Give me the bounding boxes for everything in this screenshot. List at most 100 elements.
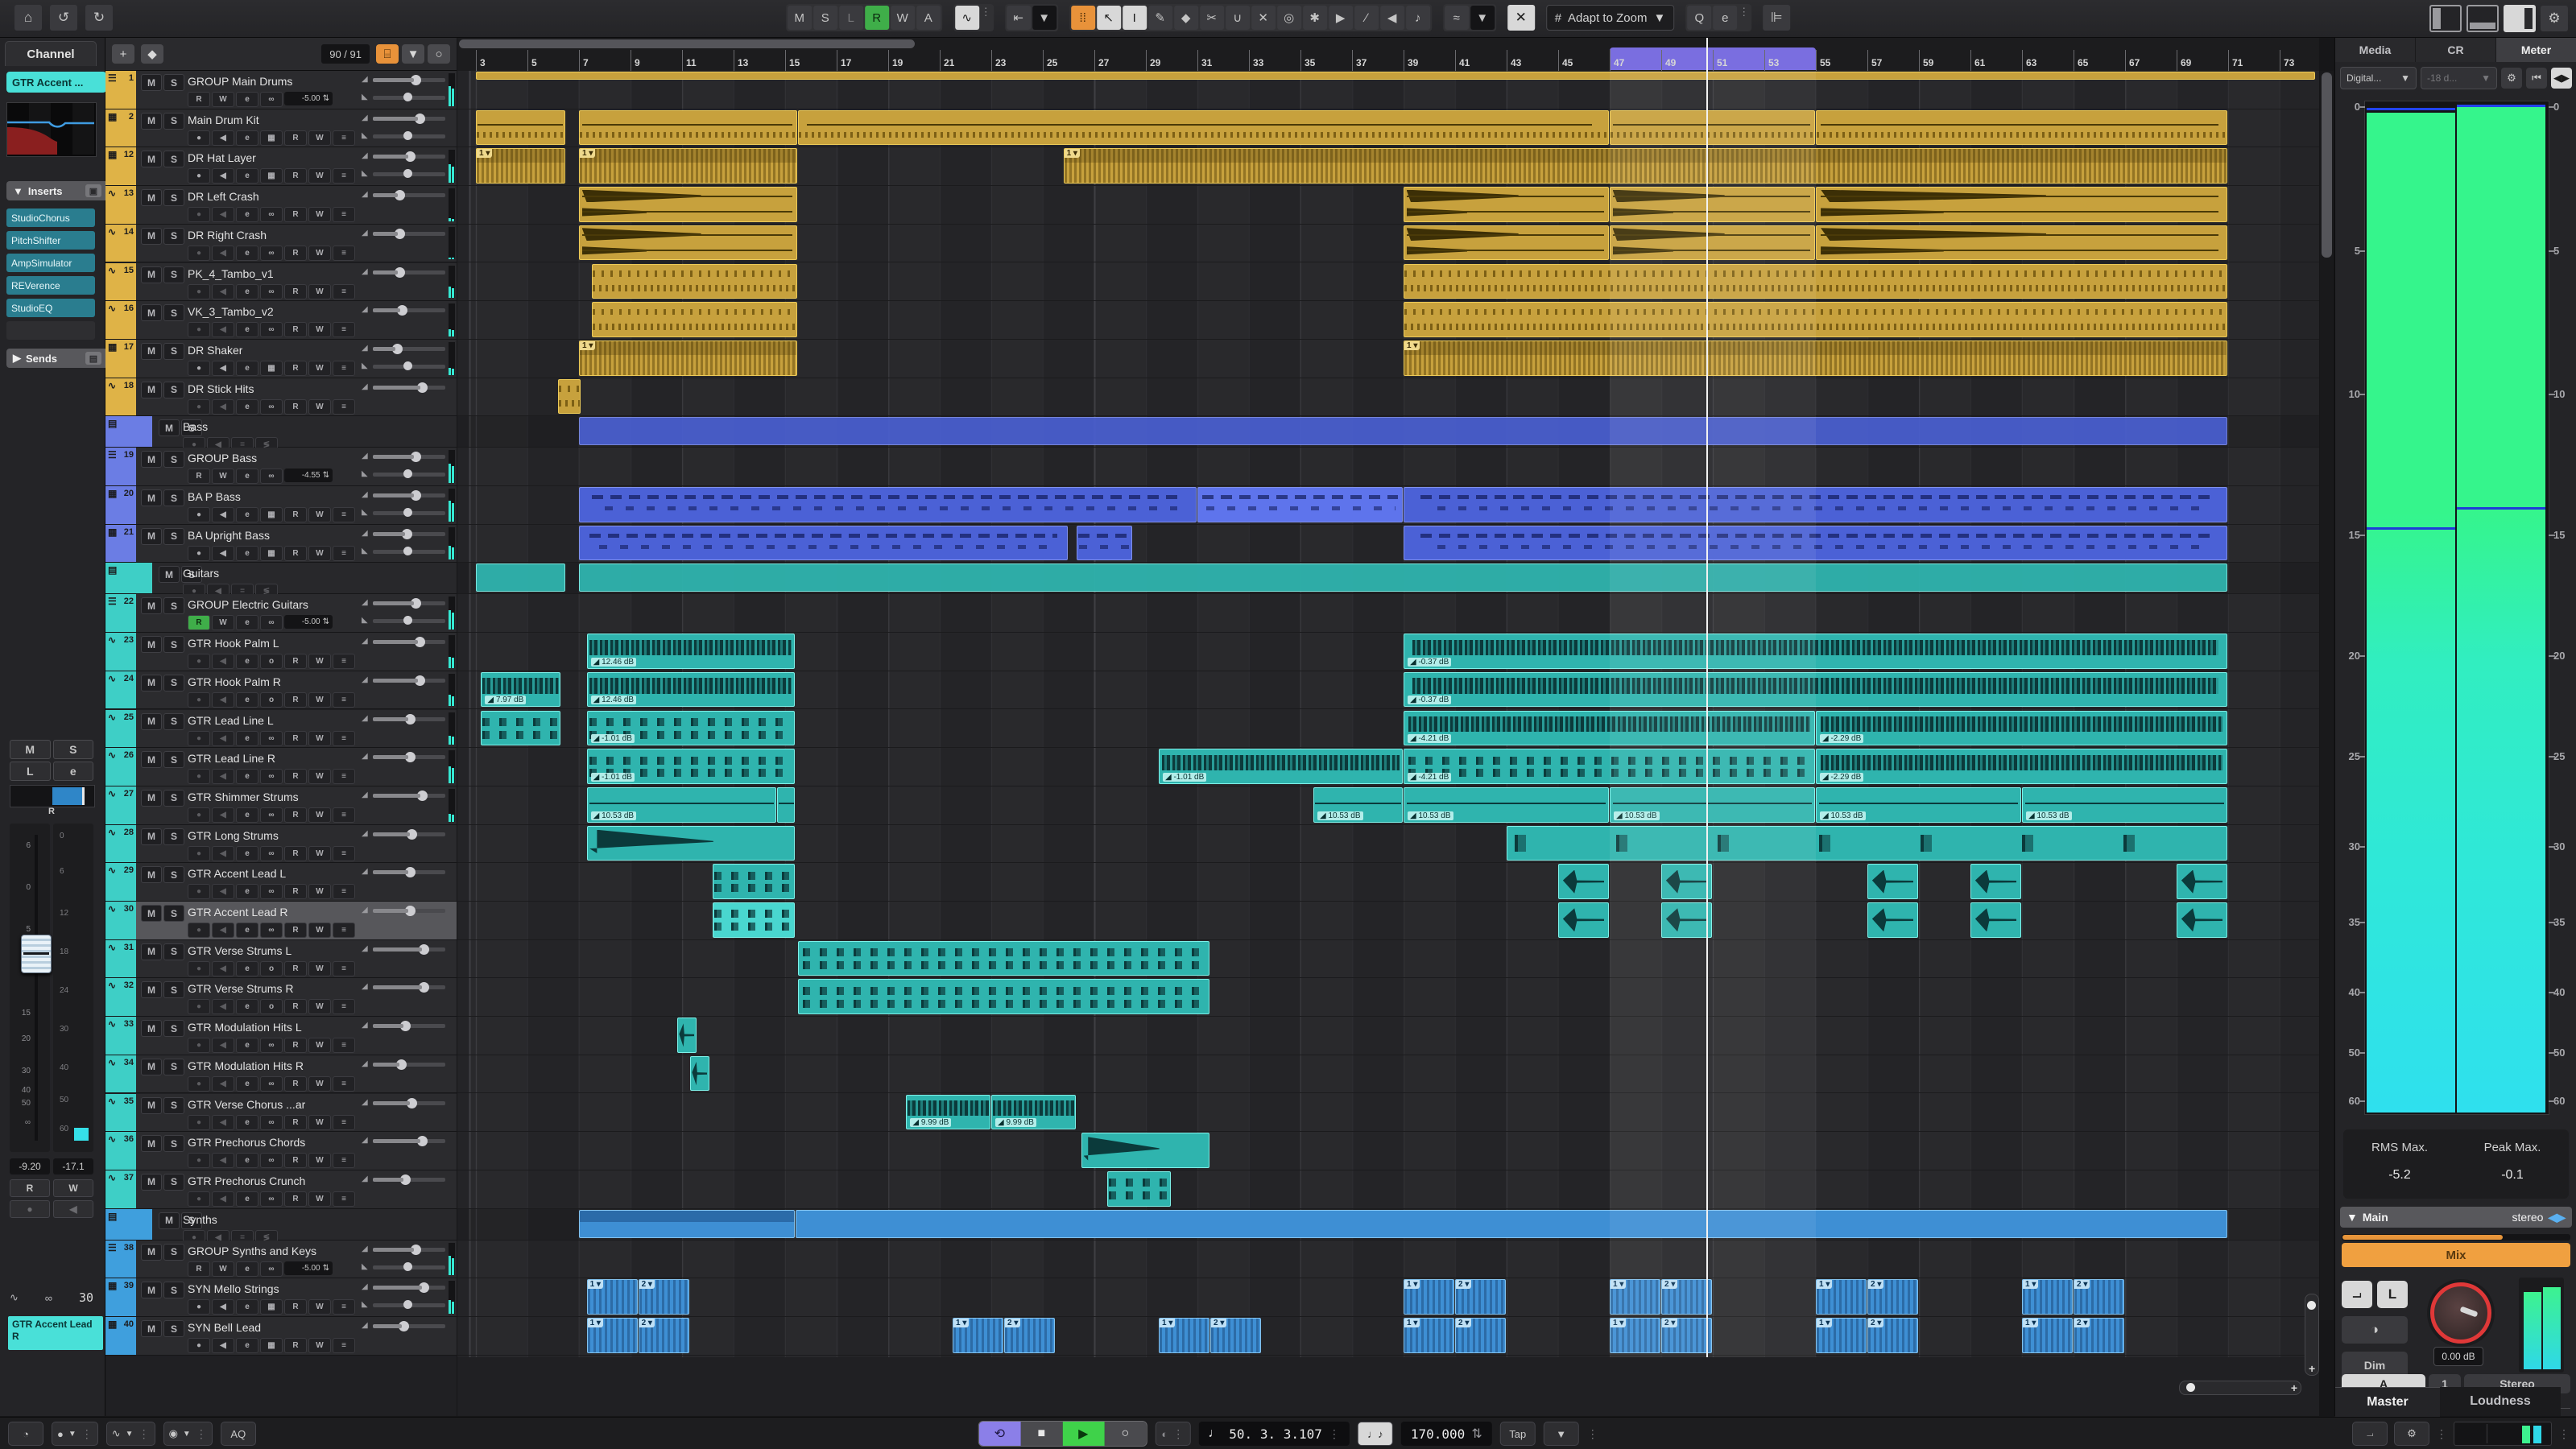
pan-thumb[interactable] [403,508,412,517]
stereo-icon[interactable]: ∞ [260,207,283,222]
read-button[interactable]: R [284,1299,307,1315]
loop-count-badge[interactable]: 2 ▾ [639,1280,655,1289]
downmix-icon[interactable]: ◀▶ [2548,1211,2566,1224]
feedback-tool[interactable]: ♪ [1406,6,1430,30]
read-button[interactable]: R [284,284,307,299]
tab-cr[interactable]: CR [2416,38,2496,62]
pan-slider[interactable]: ◣ [362,508,445,518]
track-row-1[interactable]: ☰1MSGROUP Main DrumsRWe∞-5.00⇅◢◣ [105,71,457,109]
edit-channel-button[interactable]: e [236,654,258,669]
solo-button[interactable]: S [163,266,184,283]
solo-button[interactable]: S [163,675,184,691]
track-visibility-keys-icon[interactable]: ⌸ [376,44,399,64]
mute-button[interactable]: M [141,597,162,614]
track-row-28[interactable]: ∿28MSGTR Long Strums●◀e∞RW≡◢ [105,825,457,864]
read-button[interactable]: R [284,246,307,261]
loop-count-badge[interactable]: 1 ▾ [580,149,595,158]
solo-button[interactable]: S [163,713,184,730]
read-button[interactable]: R [188,92,210,107]
loop-count-badge[interactable]: 2 ▾ [1868,1319,1883,1327]
solo-button[interactable]: S [163,151,184,167]
tempo-display[interactable]: 170.000⇅ [1401,1422,1492,1446]
read-button[interactable]: R [284,1338,307,1353]
lanes-icon[interactable]: ≡ [333,654,355,669]
edit-channel-button[interactable]: e [236,923,258,938]
edit-channel-button[interactable]: e [236,846,258,861]
monitor-button[interactable]: ◀ [212,168,234,184]
audio-event-guitar[interactable]: ◢ -2.29 dB [1816,711,2227,746]
lanes-icon[interactable]: ≡ [333,284,355,299]
left-zone-toggle[interactable] [2429,5,2462,32]
audio-event-hit[interactable] [1558,902,1609,938]
pan-thumb[interactable] [403,361,412,370]
folder-part-bass[interactable] [579,417,2227,445]
insert-slot-reverence[interactable]: REVerence [6,276,95,295]
draw-tool[interactable]: ✎ [1148,6,1172,30]
mute-button[interactable]: M [141,790,162,807]
track-row-20[interactable]: ▦20MSBA P Bass●◀e▦RW≡◢◣ [105,486,457,525]
loop-count-badge[interactable]: 1 ▾ [1404,341,1420,350]
read-button[interactable]: R [284,1076,307,1092]
lanes-icon[interactable]: ≡ [333,546,355,561]
record-arm-button[interactable]: ● [10,1200,50,1218]
mute-button[interactable]: M [141,636,162,653]
audio-event-strum[interactable] [1081,1133,1209,1168]
range-tool[interactable]: I [1123,6,1147,30]
volume-slider[interactable]: ◢ [362,1174,445,1184]
track-row-32[interactable]: ∿32MSGTR Verse Strums R●◀eoRW≡◢ [105,978,457,1017]
write-button[interactable]: W [308,846,331,861]
midi-loop-synth[interactable]: 1 ▾ [587,1318,638,1353]
midi-loop-part[interactable]: 1 ▾ [579,148,797,184]
stereo-icon[interactable]: ∞ [260,1076,283,1092]
loop-count-badge[interactable]: 1 ▾ [2023,1280,2038,1289]
pan-slider[interactable]: ◣ [362,469,445,479]
audio-event-guitar[interactable]: ◢ -1.01 dB [1159,749,1403,784]
lanes-icon[interactable]: ≡ [333,361,355,376]
folder-row-synths[interactable]: ▤MSSynths●◀=≶ [105,1209,457,1241]
edit-channel-button[interactable]: e [236,130,258,146]
write-button[interactable]: W [308,1153,331,1168]
solo-button[interactable]: S [163,905,184,922]
midi-loop-synth[interactable]: 2 ▾ [1867,1318,1918,1353]
edit-channel-button[interactable]: e [236,469,258,484]
bypass-inserts-icon[interactable]: ▣ [85,184,101,197]
constrain-delay-icon[interactable]: ⇤ [1007,6,1031,30]
track-row-12[interactable]: ▦12MSDR Hat Layer●◀e▦RW≡◢◣ [105,147,457,186]
read-button[interactable]: R [284,1191,307,1207]
mute-button[interactable]: M [141,675,162,691]
midi-part-bass[interactable] [579,487,1197,522]
gain-value[interactable]: -4.55⇅ [284,469,333,482]
stereo-icon[interactable]: ∞ [260,1261,283,1277]
curve-dropdown[interactable]: ▼ [1470,6,1495,30]
play-button[interactable]: ▶ [1062,1422,1104,1446]
audio-event-guitar[interactable] [777,787,794,823]
curve-tool[interactable]: ≈ [1445,6,1469,30]
write-button[interactable]: W [308,1338,331,1353]
monitor-button[interactable]: ◀ [212,1191,234,1207]
audio-event-crash[interactable] [579,225,797,261]
eq-curve-display[interactable] [6,102,97,157]
edit-channel-button[interactable]: e [236,807,258,823]
volume-slider[interactable]: ◢ [362,305,445,315]
lanes-icon[interactable]: ≡ [333,1338,355,1353]
pan-control[interactable] [10,785,95,807]
track-row-16[interactable]: ∿16MSVK_3_Tambo_v2●◀e∞RW≡◢ [105,301,457,340]
read-button[interactable]: R [284,654,307,669]
mute-button[interactable]: M [141,228,162,245]
audio-event-tambo[interactable] [592,302,797,337]
monitor-button[interactable]: ◀ [212,999,234,1014]
line-tool[interactable]: ∕ [1354,6,1379,30]
record-arm-button[interactable]: ● [188,1076,210,1092]
solo-button[interactable]: S [163,1135,184,1152]
monitor-button[interactable]: ◀ [212,507,234,522]
mute-button[interactable]: M [141,151,162,167]
audio-activity-button[interactable]: ∿▼⋮ [106,1422,155,1446]
pan-thumb[interactable] [403,547,412,555]
volume-slider[interactable]: ◢ [362,714,445,724]
instrument-icon[interactable]: ▦ [260,1338,283,1353]
insert-slot-ampsimulator[interactable]: AmpSimulator [6,254,95,272]
mute-button[interactable]: M [141,113,162,130]
monitor-button[interactable]: ◀ [212,769,234,784]
volume-slider[interactable]: ◢ [362,75,445,85]
record-arm-button[interactable]: ● [188,399,210,415]
